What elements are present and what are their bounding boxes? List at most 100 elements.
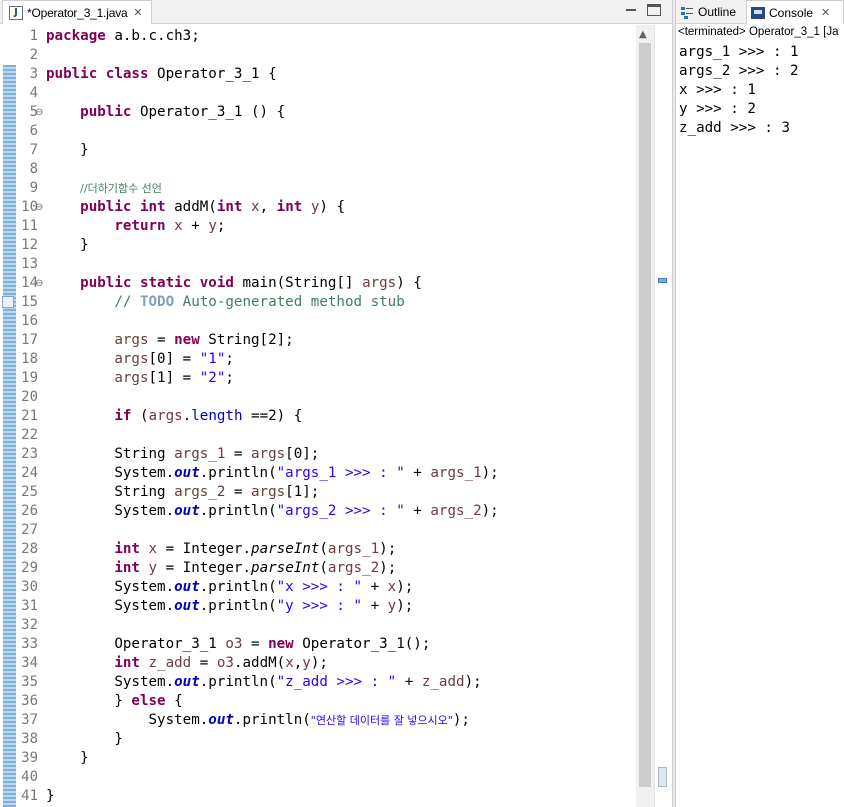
code-line[interactable]: 25 String args_2 = args[1]; [0,483,636,502]
code-line[interactable]: 37 System.out.println("연산할 데이터를 잘 넣으시오")… [0,711,636,730]
code-token: = Integer. [157,560,252,576]
code-line[interactable]: 3 public class Operator_3_1 { [0,65,636,84]
code-line[interactable]: 39 } [0,749,636,768]
code-line[interactable]: 2 [0,46,636,65]
code-token: System. [46,598,175,614]
code-line[interactable]: 12 } [0,236,636,255]
code-line[interactable]: 38 } [0,730,636,749]
code-line[interactable]: 4 [0,84,636,103]
code-token: "y >>> : " [276,598,363,614]
code-text: // TODO Auto-generated method stub [46,293,404,312]
code-line[interactable]: 31 System.out.println("y >>> : " + y); [0,597,636,616]
line-number: 34 [21,655,38,671]
overview-ruler[interactable] [654,25,672,807]
console-output-line: args_1 >>> : 1 [679,44,799,60]
close-icon[interactable]: ✕ [131,6,145,20]
code-line[interactable]: 35 System.out.println("z_add >>> : " + z… [0,673,636,692]
code-line[interactable]: 11 return x + y; [0,217,636,236]
tab-outline[interactable]: Outline [678,0,744,24]
editor-tab-operator[interactable]: J *Operator_3_1.java ✕ [2,0,152,24]
code-token: args [148,408,183,424]
code-line[interactable]: 6 [0,122,636,141]
code-line[interactable]: 16 [0,312,636,331]
code-token: + [404,465,431,481]
code-line[interactable]: 1 package a.b.c.ch3; [0,27,636,46]
code-line[interactable]: 24 System.out.println("args_1 >>> : " + … [0,464,636,483]
code-token: args_1 [430,465,482,481]
code-line[interactable]: 8 [0,160,636,179]
code-line[interactable]: 19 args[1] = "2"; [0,369,636,388]
code-line[interactable]: 40 [0,768,636,787]
code-line[interactable]: 22 [0,426,636,445]
line-number: 9 [29,180,38,196]
code-token: args_1 [174,446,226,462]
tab-console[interactable]: Console ✕ [746,0,844,24]
code-text: System.out.println("연산할 데이터를 잘 넣으시오"); [46,711,469,730]
line-number: 3 [29,66,38,82]
code-token: + [404,503,431,519]
minimize-icon[interactable] [624,4,638,16]
code-token: ); [379,541,397,557]
code-line[interactable]: 33 Operator_3_1 o3 = new Operator_3_1(); [0,635,636,654]
code-line[interactable]: 28 int x = Integer.parseInt(args_1); [0,540,636,559]
fold-icon[interactable]: ⊖ [35,274,43,293]
code-line[interactable]: 10 ⊖ public int addM(int x, int y) { [0,198,636,217]
code-token: .println( [199,465,277,481]
code-line[interactable]: 34 int z_add = o3.addM(x,y); [0,654,636,673]
task-marker-icon[interactable] [2,296,14,308]
code-line[interactable]: 5 ⊖ public Operator_3_1 () { [0,103,636,122]
console-output[interactable]: args_1 >>> : 1 args_2 >>> : 2 x >>> : 1 y >… [679,43,799,138]
code-line[interactable]: 17 args = new String[2]; [0,331,636,350]
code-token: public [80,275,132,291]
code-line[interactable]: 23 String args_1 = args[0]; [0,445,636,464]
code-line[interactable]: 27 [0,521,636,540]
code-line[interactable]: 13 [0,255,636,274]
code-token: Operator_3_1 { [148,66,277,82]
code-line[interactable]: 18 args[0] = "1"; [0,350,636,369]
view-tab-bar: Outline Console ✕ [676,0,844,24]
code-line[interactable]: 30 System.out.println("x >>> : " + x); [0,578,636,597]
code-text: args = new String[2]; [46,331,293,350]
code-text: } [46,730,123,749]
code-text: Operator_3_1 o3 = new Operator_3_1(); [46,635,430,654]
code-line[interactable]: 21 if (args.length ==2) { [0,407,636,426]
code-text: System.out.println("y >>> : " + y); [46,597,413,616]
code-token: new [174,332,200,348]
code-line[interactable]: 36 } else { [0,692,636,711]
code-area[interactable]: 1 package a.b.c.ch3; 2 3 public class Operat… [0,27,636,806]
fold-icon[interactable]: ⊖ [35,198,43,217]
fold-icon[interactable]: ⊖ [35,103,43,122]
close-icon[interactable]: ✕ [821,6,830,19]
code-text: if (args.length ==2) { [46,407,302,426]
code-line[interactable]: 29 int y = Integer.parseInt(args_2); [0,559,636,578]
code-line[interactable]: 15 // TODO Auto-generated method stub [0,293,636,312]
code-token: + [362,598,388,614]
code-token: args_1 [327,541,380,557]
vertical-scrollbar[interactable]: ▲ [636,25,654,807]
code-token: x [174,218,183,234]
task-marker-icon[interactable] [658,278,667,283]
code-token: , [259,199,277,215]
code-line[interactable]: 20 [0,388,636,407]
scroll-thumb[interactable] [639,43,651,787]
maximize-icon[interactable] [647,4,661,16]
code-token: ); [396,598,414,614]
line-number: 4 [29,85,38,101]
code-token: x [387,579,397,595]
line-number: 15 [21,294,38,310]
code-line[interactable]: 32 [0,616,636,635]
code-line[interactable]: 9 //더하기함수 선언 [0,179,636,198]
code-token: args [251,484,286,500]
code-token: = [225,484,251,500]
scroll-up-icon[interactable]: ▲ [639,29,647,40]
code-line[interactable]: 7 } [0,141,636,160]
code-line[interactable]: 41} [0,787,636,806]
code-token: ); [379,560,397,576]
code-token: // [114,294,140,310]
code-token: args [114,332,149,348]
code-line[interactable]: 26 System.out.println("args_2 >>> : " + … [0,502,636,521]
code-token: out [174,503,200,519]
code-line[interactable]: 14 ⊖ public static void main(String[] arg… [0,274,636,293]
